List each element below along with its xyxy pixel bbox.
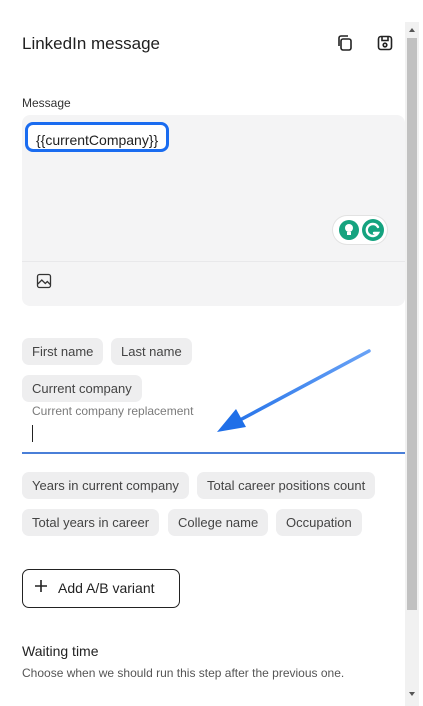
variable-token[interactable]: {{currentCompany}} [25, 122, 170, 152]
chip-current-company[interactable]: Current company [22, 375, 142, 402]
image-icon[interactable] [36, 273, 52, 289]
step-panel: LinkedIn message Message {{currentCompan… [0, 0, 405, 706]
add-ab-variant-label: Add A/B variant [58, 580, 155, 596]
editor-toolbar [22, 261, 405, 306]
company-replacement-input[interactable] [22, 420, 405, 454]
message-label: Message [22, 96, 71, 110]
copy-icon[interactable] [336, 34, 354, 52]
chip-college-name[interactable]: College name [168, 509, 269, 536]
add-ab-variant-button[interactable]: Add A/B variant [22, 569, 180, 608]
grammarly-widget[interactable] [333, 216, 387, 244]
scroll-down-icon[interactable] [405, 688, 419, 700]
save-icon[interactable] [376, 34, 394, 52]
lightbulb-icon[interactable] [339, 220, 359, 240]
scrollbar-thumb[interactable] [407, 38, 417, 610]
replacement-label: Current company replacement [32, 404, 194, 418]
chip-occupation[interactable]: Occupation [276, 509, 362, 536]
grammarly-icon[interactable] [362, 219, 384, 241]
chip-first-name[interactable]: First name [22, 338, 104, 365]
waiting-time-description: Choose when we should run this step afte… [22, 666, 345, 680]
plus-icon [35, 580, 47, 592]
scroll-up-icon[interactable] [405, 24, 419, 36]
chip-total-career-positions[interactable]: Total career positions count [197, 472, 376, 499]
vertical-scrollbar[interactable] [405, 22, 419, 706]
text-cursor [32, 425, 33, 442]
chip-last-name[interactable]: Last name [111, 338, 192, 365]
chip-years-in-current-company[interactable]: Years in current company [22, 472, 189, 499]
waiting-time-title: Waiting time [22, 643, 99, 659]
panel-title: LinkedIn message [22, 34, 160, 53]
chip-total-years-in-career[interactable]: Total years in career [22, 509, 160, 536]
